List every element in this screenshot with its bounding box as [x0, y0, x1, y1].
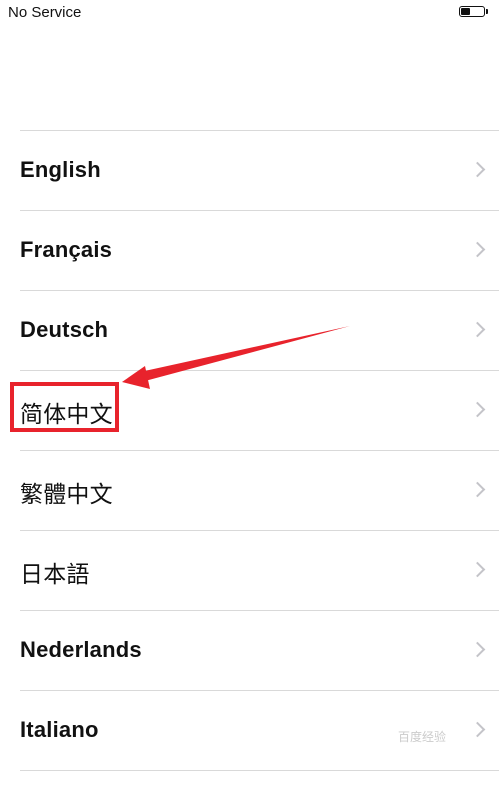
battery-cap-icon [486, 9, 488, 14]
language-row-deutsch[interactable]: Deutsch [20, 291, 499, 371]
chevron-right-icon [469, 321, 486, 338]
language-label: Italiano [20, 717, 99, 742]
status-bar: No Service [0, 0, 499, 28]
language-row-nederlands[interactable]: Nederlands [20, 611, 499, 691]
language-label: 繁體中文 [20, 482, 113, 508]
battery-level-fill [461, 8, 470, 15]
chevron-right-icon [469, 641, 486, 658]
carrier-label: No Service [8, 4, 82, 21]
chevron-right-icon [469, 161, 486, 178]
language-row-english[interactable]: English [20, 131, 499, 211]
language-row-japanese[interactable]: 日本語 [20, 531, 499, 611]
chevron-right-icon [469, 241, 486, 258]
battery-icon [459, 6, 485, 17]
language-label: Deutsch [20, 317, 109, 342]
language-label: 日本語 [20, 562, 90, 588]
watermark-text: 百度经验 [398, 730, 447, 744]
chevron-right-icon [469, 401, 486, 418]
language-label: 简体中文 [20, 402, 113, 428]
language-row-francais[interactable]: Français [20, 211, 499, 291]
language-label: English [20, 157, 101, 182]
language-label: Français [20, 237, 113, 262]
chevron-right-icon [469, 561, 486, 578]
language-row-traditional-chinese[interactable]: 繁體中文 [20, 451, 499, 531]
language-selection-screen: No Service English Français Deutsch 简体中文… [0, 0, 499, 785]
language-list: English Français Deutsch 简体中文 繁體中文 日本語 N… [20, 130, 499, 771]
chevron-right-icon [469, 721, 486, 738]
chevron-right-icon [469, 481, 486, 498]
language-label: Nederlands [20, 637, 142, 662]
language-row-simplified-chinese[interactable]: 简体中文 [20, 371, 499, 451]
